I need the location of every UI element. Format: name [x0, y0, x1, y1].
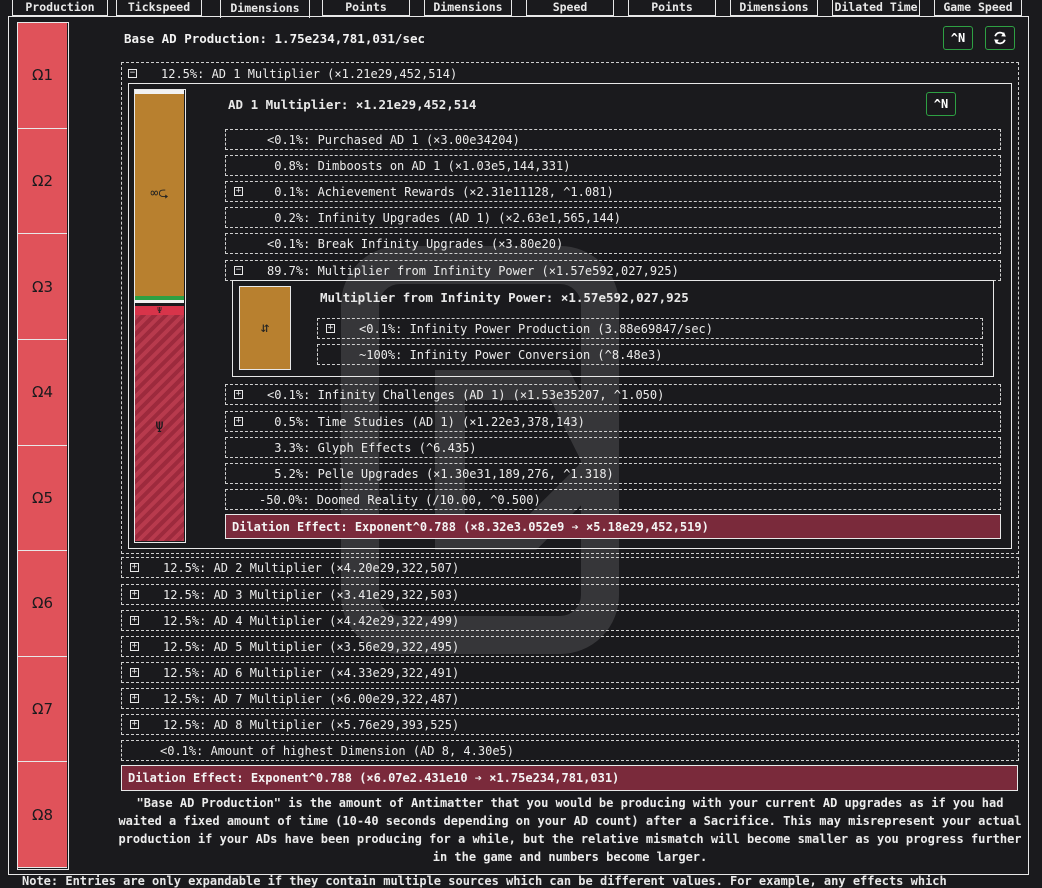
- collapse-icon[interactable]: −: [234, 266, 243, 275]
- omega-sidebar: Ω1 Ω2 Ω3 Ω4 Ω5 Ω6 Ω7 Ω8: [17, 22, 69, 870]
- note-line: in the game and numbers become larger.: [432, 850, 708, 864]
- tab-points[interactable]: Points: [322, 0, 410, 16]
- row-label: 89.7%: Multiplier from Infinity Power (×…: [267, 263, 679, 278]
- ad-multiplier-row[interactable]: +12.5%: AD 4 Multiplier (×4.42e29,322,49…: [121, 610, 1019, 631]
- tab-game-speed[interactable]: Game Speed: [934, 0, 1022, 16]
- row-label: 3.3%: Glyph Effects (^6.435): [267, 440, 477, 455]
- row-label: 0.5%: Time Studies (AD 1) (×1.22e3,378,1…: [267, 414, 585, 429]
- pelle-icon: Ψ: [155, 420, 164, 436]
- ad1-row[interactable]: − 12.5%: AD 1 Multiplier (×1.21e29,452,51…: [122, 63, 1017, 84]
- ad1-source-row: + 0.8%: Dimboosts on AD 1 (×1.03e5,144,3…: [225, 155, 1001, 176]
- footer-note: Note: Entries are only expandable if the…: [22, 874, 947, 888]
- row-label: 12.5%: AD 7 Multiplier (×6.00e29,322,487…: [163, 691, 460, 706]
- expand-icon[interactable]: +: [130, 668, 139, 677]
- ad1-source-row[interactable]: + 0.5%: Time Studies (AD 1) (×1.22e3,378…: [225, 411, 1001, 432]
- expand-icon[interactable]: +: [130, 616, 139, 625]
- tab-speed[interactable]: Speed: [526, 0, 614, 16]
- ad1-source-row: +<0.1%: Break Infinity Upgrades (×3.80e2…: [225, 233, 1001, 254]
- ad1-source-row: + 5.2%: Pelle Upgrades (×1.30e31,189,276…: [225, 463, 1001, 484]
- row-label: 5.2%: Pelle Upgrades (×1.30e31,189,276, …: [267, 466, 614, 481]
- tab-tickspeed[interactable]: Tickspeed: [116, 0, 202, 16]
- row-label: 12.5%: AD 3 Multiplier (×3.41e29,322,503…: [163, 587, 460, 602]
- row-label: 12.5%: AD 6 Multiplier (×4.33e29,322,491…: [163, 665, 460, 680]
- infinity-power-icon: ⇵: [260, 320, 270, 336]
- omega-item-5[interactable]: Ω5: [18, 445, 67, 552]
- expand-icon[interactable]: +: [326, 324, 335, 333]
- row-label: 12.5%: AD 5 Multiplier (×3.56e29,322,495…: [163, 639, 460, 654]
- refresh-icon: [994, 31, 1006, 45]
- expand-icon[interactable]: +: [130, 642, 139, 651]
- ad1-source-row[interactable]: − 89.7%: Multiplier from Infinity Power (…: [225, 260, 1001, 281]
- ad-multiplier-row[interactable]: +12.5%: AD 5 Multiplier (×3.56e29,322,49…: [121, 636, 1019, 657]
- tab-dimensions[interactable]: Dimensions: [424, 0, 512, 16]
- ad1-notation-button[interactable]: ^N: [926, 92, 956, 116]
- row-label: 12.5%: AD 8 Multiplier (×5.76e29,393,525…: [163, 717, 460, 732]
- ad-multiplier-row[interactable]: +12.5%: AD 6 Multiplier (×4.33e29,322,49…: [121, 662, 1019, 683]
- page-title: Base AD Production: 1.75e234,781,031/sec: [124, 31, 426, 46]
- expand-icon[interactable]: +: [234, 390, 243, 399]
- tab-production[interactable]: Production: [12, 0, 108, 16]
- ad1-source-row: + 3.3%: Glyph Effects (^6.435): [225, 437, 1001, 458]
- notation-button[interactable]: ^N: [943, 26, 973, 50]
- expand-icon[interactable]: +: [130, 563, 139, 572]
- row-label: ~100%: Infinity Power Conversion (^8.48e…: [359, 347, 663, 362]
- highest-dimension-row: <0.1%: Amount of highest Dimension (AD 8…: [121, 740, 1019, 761]
- ad1-source-row: +-50.0%: Doomed Reality (/10.00, ^0.500): [225, 489, 1001, 510]
- ad1-row-label: 12.5%: AD 1 Multiplier (×1.21e29,452,514…: [161, 66, 458, 81]
- row-label: <0.1%: Infinity Power Production (3.88e6…: [359, 321, 714, 336]
- note-line: production if your ADs have been produci…: [118, 832, 1022, 846]
- expand-icon[interactable]: +: [130, 720, 139, 729]
- row-label: <0.1%: Infinity Challenges (AD 1) (×1.53…: [267, 387, 665, 402]
- note-line: "Base AD Production" is the amount of An…: [136, 796, 1004, 810]
- omega-item-1[interactable]: Ω1: [18, 23, 67, 129]
- production-note: "Base AD Production" is the amount of An…: [110, 794, 1030, 866]
- row-label: 0.2%: Infinity Upgrades (AD 1) (×2.63e1,…: [267, 210, 622, 225]
- infinity-power-source-row[interactable]: + <0.1%: Infinity Power Production (3.88e…: [317, 318, 983, 339]
- ad1-source-row[interactable]: + 0.1%: Achievement Rewards (×2.31e11128…: [225, 181, 1001, 202]
- row-label: 12.5%: AD 2 Multiplier (×4.20e29,322,507…: [163, 560, 460, 575]
- ad1-dilation-effect: Dilation Effect: Exponent^0.788 (×8.32e3…: [225, 514, 1001, 539]
- tab-dilated-time[interactable]: Dilated Time: [832, 0, 920, 16]
- row-label: <0.1%: Break Infinity Upgrades (×3.80e20…: [267, 236, 564, 251]
- omega-item-7[interactable]: Ω7: [18, 656, 67, 763]
- omega-item-2[interactable]: Ω2: [18, 128, 67, 235]
- infinity-power-bar: ⇵: [239, 286, 291, 370]
- main-dilation-effect: Dilation Effect: Exponent^0.788 (×6.07e2…: [121, 765, 1018, 791]
- bar-segment-pelle: Ψ: [135, 306, 184, 315]
- expand-icon[interactable]: +: [130, 590, 139, 599]
- row-label: -50.0%: Doomed Reality (/10.00, ^0.500): [259, 492, 541, 507]
- note-line: waited a fixed amount of time (10-40 sec…: [118, 814, 1022, 828]
- ad-multiplier-row[interactable]: +12.5%: AD 3 Multiplier (×3.41e29,322,50…: [121, 584, 1019, 605]
- ad1-source-row[interactable]: + <0.1%: Infinity Challenges (AD 1) (×1.5…: [225, 384, 1001, 405]
- omega-item-3[interactable]: Ω3: [18, 234, 67, 340]
- tab-dimensions[interactable]: Dimensions: [730, 0, 818, 16]
- collapse-icon[interactable]: −: [128, 69, 137, 78]
- infinity-power-title: Multiplier from Infinity Power: ×1.57e59…: [320, 290, 689, 305]
- row-label: <0.1%: Purchased AD 1 (×3.00e34204): [267, 132, 520, 147]
- ad-multiplier-row[interactable]: +12.5%: AD 7 Multiplier (×6.00e29,322,48…: [121, 688, 1019, 709]
- omega-item-8[interactable]: Ω8: [18, 762, 67, 868]
- expand-icon[interactable]: +: [234, 417, 243, 426]
- expand-icon[interactable]: +: [234, 187, 243, 196]
- ad1-source-row: + 0.2%: Infinity Upgrades (AD 1) (×2.63e…: [225, 207, 1001, 228]
- ad1-source-row: +<0.1%: Purchased AD 1 (×3.00e34204): [225, 129, 1001, 150]
- bar-segment-doomed: Ψ: [135, 315, 184, 541]
- breakdown-bar: ∞⮎ Ψ Ψ: [134, 89, 186, 543]
- row-label: 0.1%: Achievement Rewards (×2.31e11128, …: [267, 184, 614, 199]
- infinity-icon: ∞⮎: [150, 186, 169, 201]
- omega-item-6[interactable]: Ω6: [18, 551, 67, 657]
- refresh-button[interactable]: [985, 26, 1015, 50]
- tab-points[interactable]: Points: [628, 0, 716, 16]
- bar-segment-infinity: ∞⮎: [135, 94, 184, 296]
- ad-multiplier-row[interactable]: +12.5%: AD 2 Multiplier (×4.20e29,322,50…: [121, 557, 1019, 578]
- ad-multiplier-row[interactable]: +12.5%: AD 8 Multiplier (×5.76e29,393,52…: [121, 714, 1019, 735]
- row-label: 0.8%: Dimboosts on AD 1 (×1.03e5,144,331…: [267, 158, 571, 173]
- expand-icon[interactable]: +: [130, 694, 139, 703]
- infinity-power-source-row: +~100%: Infinity Power Conversion (^8.48…: [317, 344, 983, 365]
- omega-item-4[interactable]: Ω4: [18, 339, 67, 446]
- row-label: 12.5%: AD 4 Multiplier (×4.42e29,322,499…: [163, 613, 460, 628]
- ad1-title: AD 1 Multiplier: ×1.21e29,452,514: [228, 97, 477, 112]
